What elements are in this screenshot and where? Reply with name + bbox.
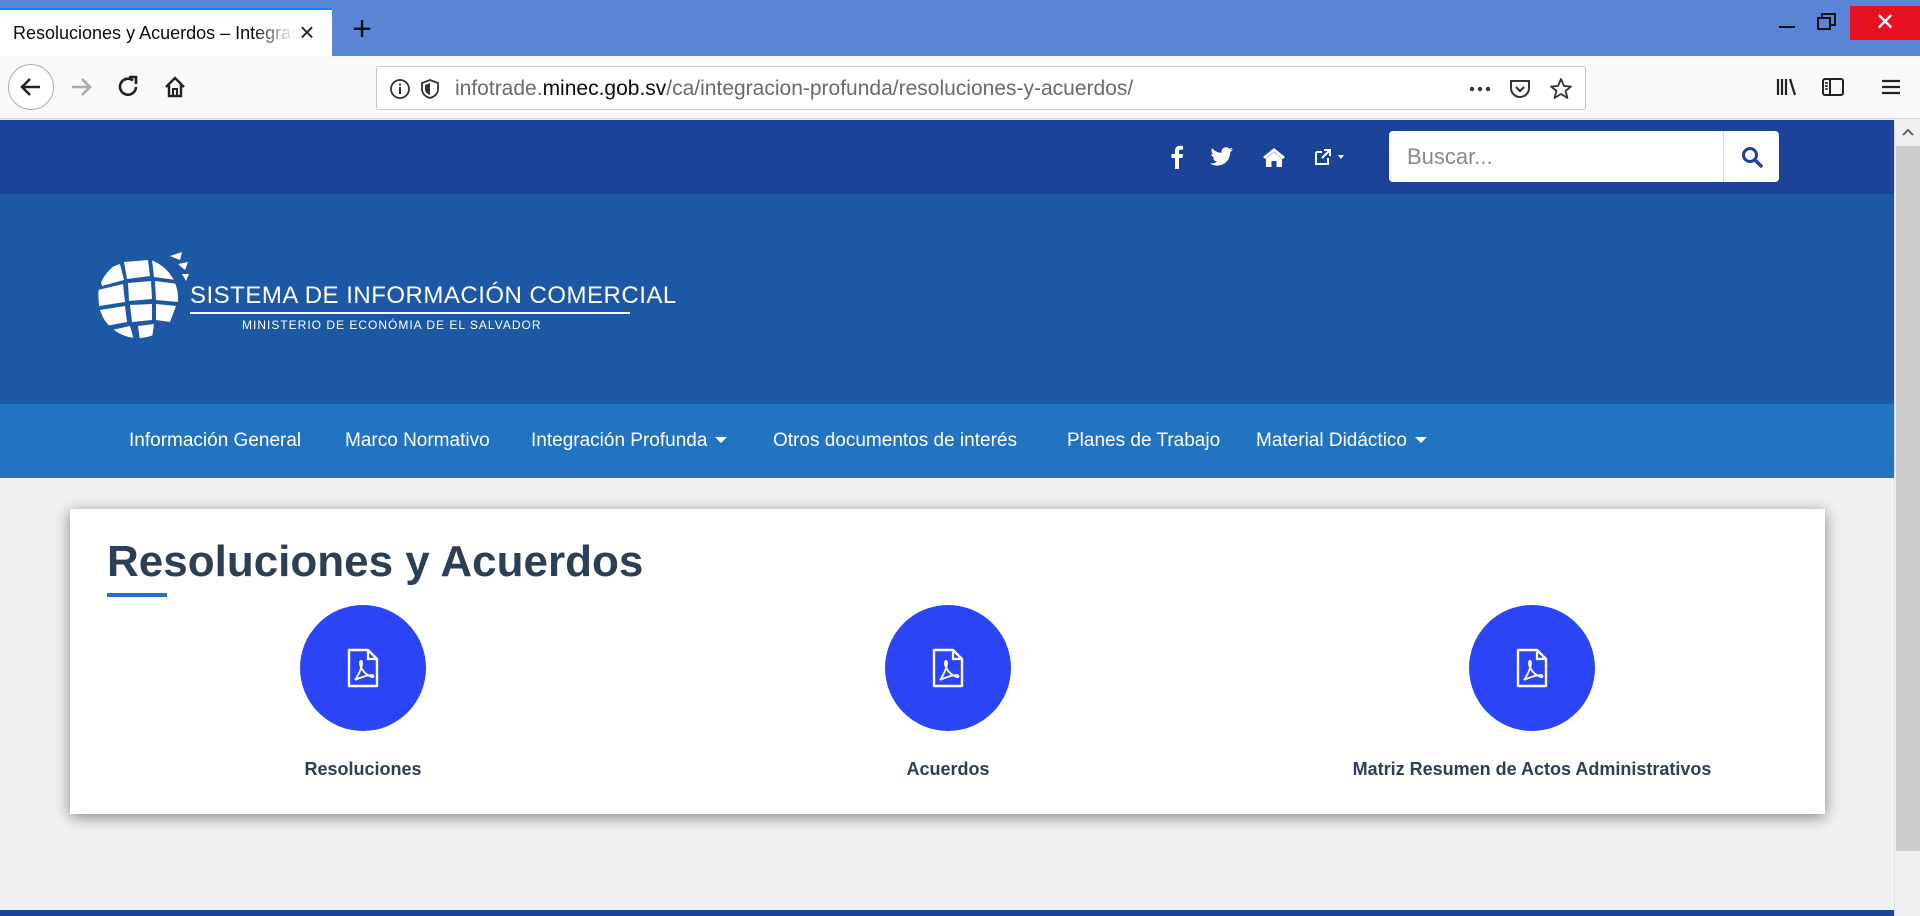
- tab-title: Resoluciones y Acuerdos – Integración Pr…: [13, 22, 295, 43]
- window-close-icon[interactable]: ✕: [1850, 6, 1920, 40]
- page-scrollbar[interactable]: [1894, 120, 1920, 916]
- library-icon[interactable]: [1764, 64, 1810, 110]
- pdf-file-icon[interactable]: [885, 605, 1011, 731]
- page-actions-icon[interactable]: [1467, 76, 1493, 102]
- top-social-strip: [0, 120, 1894, 194]
- scrollbar-thumb[interactable]: [1896, 146, 1920, 851]
- hamburger-menu-icon[interactable]: [1868, 64, 1914, 110]
- web-page: SISTEMA DE INFORMACIÓN COMERCIAL MINISTE…: [0, 120, 1894, 916]
- pdf-file-icon[interactable]: [300, 605, 426, 731]
- caret-down-icon: [715, 437, 728, 443]
- menu-item-otros-documentos[interactable]: Otros documentos de interés: [773, 430, 1017, 452]
- menu-item-planes-de-trabajo[interactable]: Planes de Trabajo: [1067, 430, 1220, 452]
- menu-item-integracion-profunda[interactable]: Integración Profunda: [531, 430, 728, 452]
- globe-logo-icon: [98, 252, 189, 338]
- bookmark-star-icon[interactable]: [1548, 76, 1574, 102]
- browser-tab-active[interactable]: Resoluciones y Acuerdos – Integración Pr…: [0, 8, 332, 56]
- page-title: Resoluciones y Acuerdos: [107, 537, 644, 586]
- document-item-matriz-resumen[interactable]: Matriz Resumen de Actos Administrativos: [1272, 605, 1792, 795]
- address-bar[interactable]: infotrade.minec.gob.sv/ca/integracion-pr…: [376, 66, 1586, 110]
- pdf-file-icon[interactable]: [1469, 605, 1595, 731]
- reload-icon[interactable]: [105, 64, 151, 110]
- tab-close-icon[interactable]: ×: [294, 19, 320, 45]
- window-restore-icon[interactable]: [1816, 12, 1838, 32]
- site-banner: SISTEMA DE INFORMACIÓN COMERCIAL MINISTE…: [0, 194, 1894, 404]
- forward-arrow-icon[interactable]: [58, 64, 104, 110]
- sidebar-toggle-icon[interactable]: [1810, 64, 1856, 110]
- document-label[interactable]: Acuerdos: [688, 759, 1208, 780]
- back-arrow-icon[interactable]: [8, 64, 54, 110]
- footer-edge: [0, 910, 1894, 916]
- facebook-icon[interactable]: [1162, 142, 1192, 172]
- logo-subtitle: MINISTERIO DE ECONÓMIA DE EL SALVADOR: [242, 318, 542, 332]
- menu-item-informacion-general[interactable]: Información General: [129, 430, 301, 452]
- site-logo[interactable]: SISTEMA DE INFORMACIÓN COMERCIAL MINISTE…: [90, 250, 676, 346]
- menu-item-marco-normativo[interactable]: Marco Normativo: [345, 430, 490, 452]
- title-underline: [107, 593, 167, 597]
- logo-divider: [190, 312, 630, 314]
- tracking-shield-icon[interactable]: [417, 76, 443, 102]
- home-icon[interactable]: [152, 64, 198, 110]
- twitter-icon[interactable]: [1207, 142, 1237, 172]
- search-input[interactable]: [1389, 131, 1723, 182]
- url-text[interactable]: infotrade.minec.gob.sv/ca/integracion-pr…: [455, 77, 1133, 101]
- document-item-acuerdos[interactable]: Acuerdos: [688, 605, 1208, 795]
- document-label[interactable]: Matriz Resumen de Actos Administrativos: [1272, 759, 1792, 780]
- document-item-resoluciones[interactable]: Resoluciones: [103, 605, 623, 795]
- caret-down-icon: [1415, 437, 1427, 443]
- logo-title: SISTEMA DE INFORMACIÓN COMERCIAL: [190, 282, 677, 309]
- main-menu: Información General Marco Normativo Inte…: [0, 404, 1894, 478]
- new-tab-icon[interactable]: +: [346, 12, 378, 46]
- external-link-icon[interactable]: [1312, 142, 1356, 172]
- browser-tab-bar: Resoluciones y Acuerdos – Integración Pr…: [0, 0, 1920, 56]
- search-button[interactable]: [1723, 131, 1779, 182]
- home-icon[interactable]: [1259, 142, 1289, 172]
- document-label[interactable]: Resoluciones: [103, 759, 623, 780]
- window-minimize-icon[interactable]: [1776, 10, 1798, 32]
- site-search: [1389, 131, 1779, 182]
- menu-item-material-didactico[interactable]: Material Didáctico: [1256, 430, 1427, 452]
- content-card: Resoluciones y Acuerdos Resoluciones Acu…: [70, 509, 1825, 814]
- scroll-up-arrow-icon[interactable]: [1895, 120, 1920, 144]
- search-icon: [1741, 146, 1763, 168]
- pocket-icon[interactable]: [1507, 76, 1533, 102]
- info-icon[interactable]: [387, 76, 413, 102]
- browser-nav-bar: infotrade.minec.gob.sv/ca/integracion-pr…: [0, 56, 1920, 119]
